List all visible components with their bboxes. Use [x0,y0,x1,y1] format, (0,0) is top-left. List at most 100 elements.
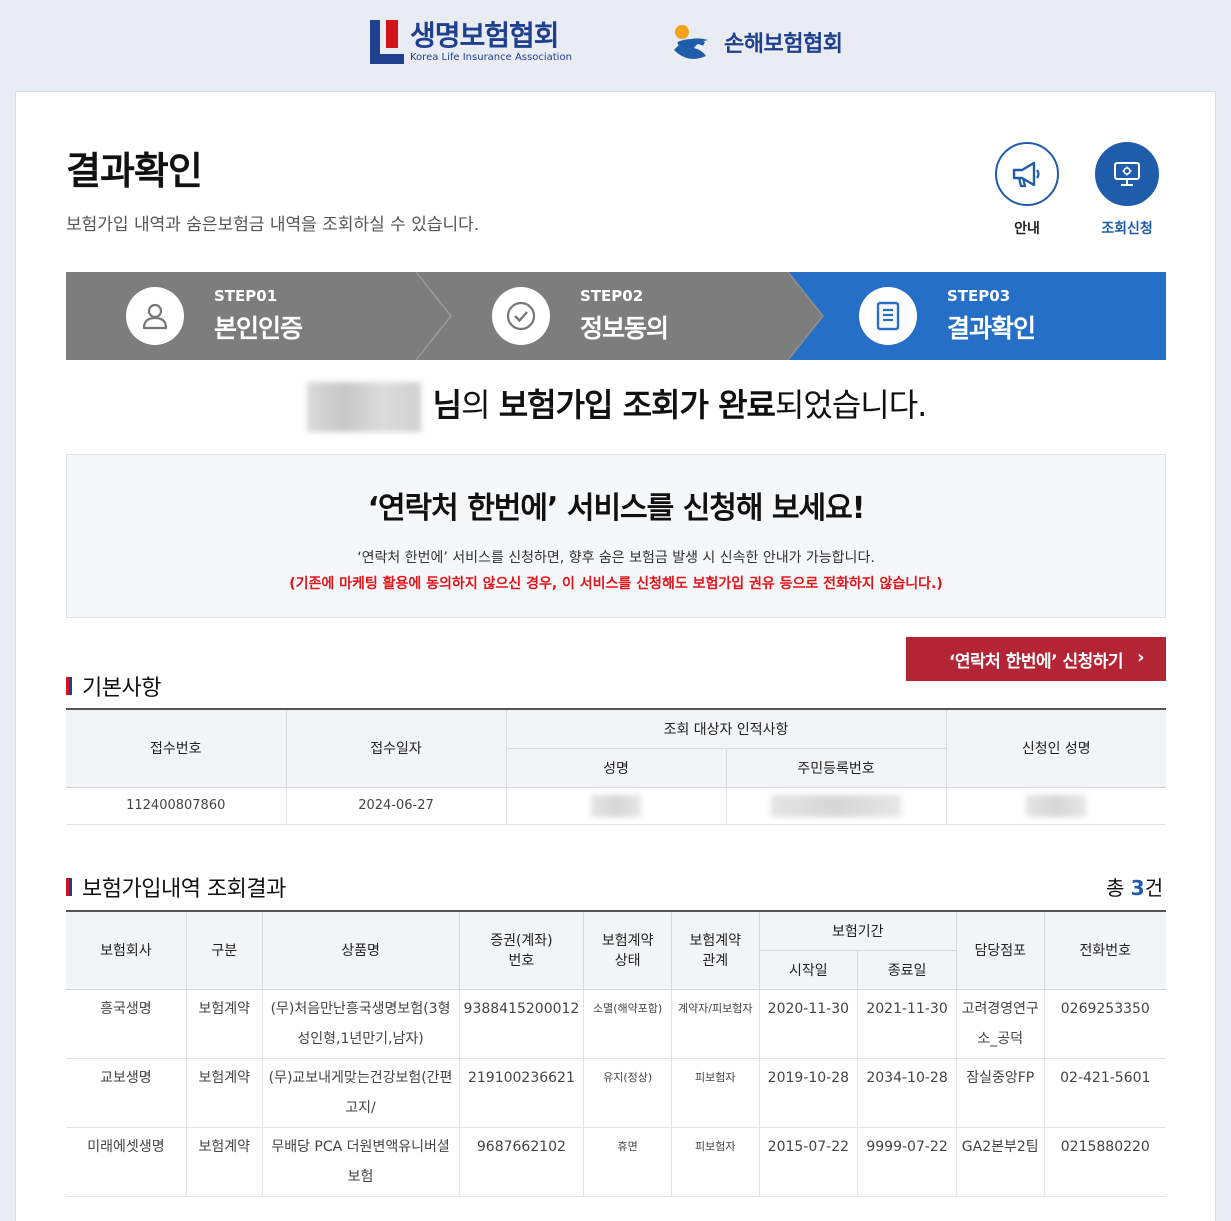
status-cell: 유지(정상) [583,1057,672,1128]
receipt-date-cell: 2024-06-27 [285,786,507,825]
status-cell: 휴면 [583,1126,672,1197]
results-total: 총 3건 [1106,876,1164,900]
redacted-resident-no [771,794,901,817]
product-cell: (무)교보내게맞는건강보험(간편고지/ [261,1057,460,1128]
inquiry-apply-button[interactable]: 조회신청 [1094,142,1160,238]
page-title: 결과확인 [66,149,203,193]
content-card: 결과확인 보험가입 내역과 숨은보험금 내역을 조회하실 수 있습니다. 안내 … [15,91,1216,1221]
policy-no-cell: 9687662102 [458,1126,585,1197]
association-header: 생명보험협회 Korea Life Insurance Association … [0,0,1231,90]
header-receipt-no: 접수번호 [66,708,287,788]
guide-label: 안내 [1014,221,1040,237]
person-icon [126,287,184,345]
header-target-info: 조회 대상자 인적사항 [505,708,947,749]
relation-cell: 계약자/피보험자 [670,988,760,1059]
klia-logo[interactable]: 생명보험협회 Korea Life Insurance Association [370,20,572,64]
header-start-date: 시작일 [759,950,859,990]
knia-logo-korean: 손해보험협회 [724,32,843,57]
promo-description: ‘연락처 한번에’ 서비스를 신청하면, 향후 숨은 보험금 발생 시 신속한 … [357,550,875,566]
header-type: 구분 [185,910,263,990]
check-circle-icon [492,287,550,345]
step-1-name: 본인인증 [214,314,303,343]
start-date-cell: 2019-10-28 [758,1057,859,1128]
header-period: 보험기간 [758,910,957,951]
section-marker-icon [66,677,72,695]
monitor-icon [1095,142,1159,206]
product-cell: (무)처음만난흥국생명보험(3형 성인형,1년만기,남자) [261,988,460,1059]
contact-service-apply-button[interactable]: ‘연락처 한번에’ 신청하기 › [906,637,1166,681]
table-row: 112400807860 2024-06-27 [66,786,1166,825]
chevron-right-icon: › [1137,647,1144,668]
results-title: 보험가입내역 조회결과 [66,871,286,903]
company-cell: 흥국생명 [66,988,187,1059]
klia-logo-mark-icon [370,20,404,64]
end-date-cell: 2021-11-30 [857,988,957,1059]
end-date-cell: 9999-07-22 [857,1126,957,1197]
step-1-number: STEP01 [214,287,278,305]
klia-logo-english: Korea Life Insurance Association [410,52,572,63]
branch-cell: GA2본부2팀 [955,1126,1045,1197]
blurred-customer-name [306,382,421,432]
document-icon [859,287,917,345]
page-description: 보험가입 내역과 숨은보험금 내역을 조회하실 수 있습니다. [66,215,480,235]
step-1: STEP01 본인인증 [126,272,303,360]
step-progress: STEP01 본인인증 STEP02 정보동의 STEP03 결과확인 [66,272,1166,360]
relation-cell: 피보험자 [670,1057,760,1128]
promo-warning: (기존에 마케팅 활용에 동의하지 않으신 경우, 이 서비스를 신청해도 보험… [289,576,943,592]
resident-no-cell [725,786,947,825]
results-table: 보험회사 구분 상품명 증권(계좌) 번호 보험계약 상태 보험계약 관계 보험기간 … [66,910,1166,1197]
branch-cell: 잠실중앙FP [955,1057,1045,1128]
apply-button-label: ‘연락처 한번에’ 신청하기 [948,651,1124,672]
phone-cell: 02-421-5601 [1043,1057,1166,1128]
company-cell: 미래에셋생명 [66,1126,187,1197]
type-cell: 보험계약 [185,1126,263,1197]
header-product: 상품명 [261,910,460,990]
klia-logo-korean: 생명보험협회 [410,19,560,52]
guide-button[interactable]: 안내 [994,142,1060,238]
completion-message: 님의 보험가입 조회가 완료되었습니다. [16,380,1217,432]
megaphone-icon [995,142,1059,206]
header-receipt-date: 접수일자 [285,708,507,788]
status-cell: 소멸(해약포함) [583,988,672,1059]
table-row: 흥국생명 보험계약 (무)처음만난흥국생명보험(3형 성인형,1년만기,남자) … [66,988,1166,1059]
step-3-name: 결과확인 [947,314,1036,343]
header-relation: 보험계약 관계 [670,910,760,990]
knia-logo-mark-icon [668,20,718,64]
start-date-cell: 2020-11-30 [758,988,859,1059]
company-cell: 교보생명 [66,1057,187,1128]
header-end-date: 종료일 [857,950,957,990]
header-policy-no: 증권(계좌) 번호 [458,910,585,990]
step-3-number: STEP03 [947,287,1011,305]
type-cell: 보험계약 [185,1057,263,1128]
header-company: 보험회사 [66,910,187,990]
header-status: 보험계약 상태 [583,910,672,990]
phone-cell: 0215880220 [1043,1126,1166,1197]
applicant-cell [945,786,1166,825]
phone-cell: 0269253350 [1043,988,1166,1059]
knia-logo[interactable]: 손해보험협회 [668,20,843,64]
section-marker-icon [66,878,72,896]
relation-cell: 피보험자 [670,1126,760,1197]
contact-service-promo: ‘연락처 한번에’ 서비스를 신청해 보세요! ‘연락처 한번에’ 서비스를 신… [66,454,1166,618]
redacted-name [591,794,641,817]
step-3: STEP03 결과확인 [859,272,1036,360]
basic-info-table: 접수번호 접수일자 조회 대상자 인적사항 신청인 성명 성명 주민등록번호 1… [66,708,1166,825]
header-name: 성명 [506,748,727,788]
start-date-cell: 2015-07-22 [758,1126,859,1197]
redacted-applicant [1026,794,1087,817]
header-phone: 전화번호 [1043,910,1166,990]
type-cell: 보험계약 [185,988,263,1059]
step-2-number: STEP02 [580,287,644,305]
header-resident-no: 주민등록번호 [725,748,946,788]
end-date-cell: 2034-10-28 [857,1057,957,1128]
table-row: 미래에셋생명 보험계약 무배당 PCA 더원변액유니버셜보험 968766210… [66,1126,1166,1197]
basic-info-title: 기본사항 [66,670,161,702]
step-2: STEP02 정보동의 [492,272,669,360]
table-row: 교보생명 보험계약 (무)교보내게맞는건강보험(간편고지/ 2191002366… [66,1057,1166,1128]
receipt-no-cell: 112400807860 [66,786,287,825]
inquiry-apply-label: 조회신청 [1101,221,1153,237]
name-cell [505,786,727,825]
product-cell: 무배당 PCA 더원변액유니버셜보험 [261,1126,460,1197]
step-2-name: 정보동의 [580,314,669,343]
promo-headline: ‘연락처 한번에’ 서비스를 신청해 보세요! [367,491,866,526]
